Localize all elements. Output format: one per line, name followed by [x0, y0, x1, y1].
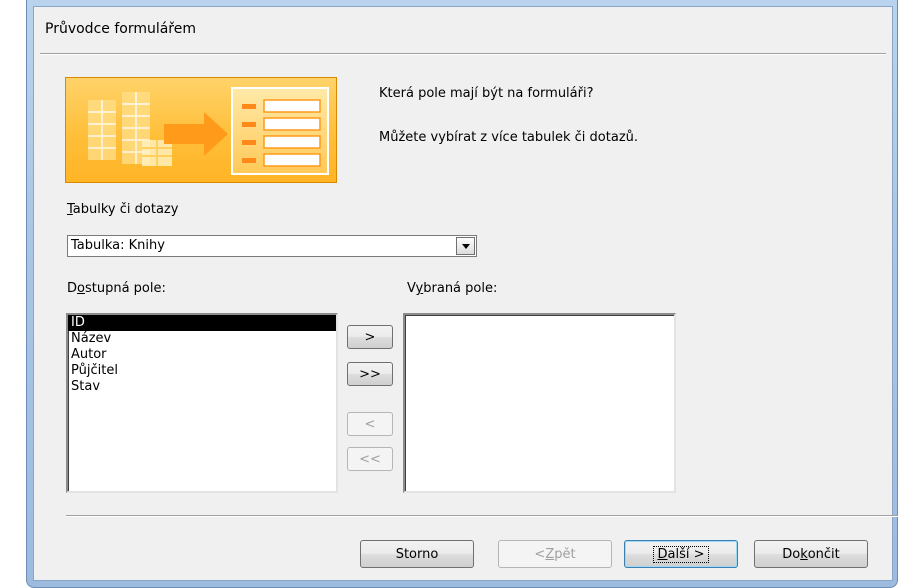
remove-all-fields-button[interactable]: <<: [347, 447, 393, 471]
list-item[interactable]: Půjčitel: [68, 363, 336, 379]
remove-field-button[interactable]: <: [347, 412, 393, 436]
add-all-fields-button[interactable]: >>: [347, 362, 393, 386]
banner-graphic: [88, 87, 329, 175]
tables-queries-selected: Tabulka: Knihy: [71, 238, 165, 253]
available-fields-label: Dostupná pole:: [67, 281, 166, 296]
list-item[interactable]: ID: [68, 315, 336, 331]
selected-fields-label: Vybraná pole:: [407, 281, 498, 296]
list-item[interactable]: Autor: [68, 347, 336, 363]
list-item[interactable]: Stav: [68, 379, 336, 395]
tables-queries-dropdown[interactable]: Tabulka: Knihy: [67, 235, 477, 257]
selected-fields-list[interactable]: [403, 313, 676, 493]
available-fields-list[interactable]: ID Název Autor Půjčitel Stav: [66, 313, 338, 493]
tables-queries-label: Tabulky či dotazy: [67, 202, 179, 217]
wizard-question: Která pole mají být na formuláři?: [379, 86, 594, 101]
wizard-hint: Můžete vybírat z více tabulek či dotazů.: [379, 130, 639, 145]
finish-button[interactable]: Do k ončit: [754, 540, 868, 568]
cancel-button[interactable]: Storno: [360, 540, 474, 568]
next-button[interactable]: Další >: [624, 540, 738, 568]
form-wizard-banner-illustration: [65, 77, 337, 183]
dropdown-arrow-icon[interactable]: [456, 237, 475, 255]
dialog-body: Průvodce formulářem Která pole mají být …: [33, 6, 898, 581]
list-item[interactable]: Název: [68, 331, 336, 347]
add-field-button[interactable]: >: [347, 325, 393, 349]
dialog-title: Průvodce formulářem: [45, 21, 197, 37]
back-button[interactable]: < Zpět: [498, 540, 612, 568]
dialog-window: Průvodce formulářem Která pole mají být …: [26, 0, 898, 588]
